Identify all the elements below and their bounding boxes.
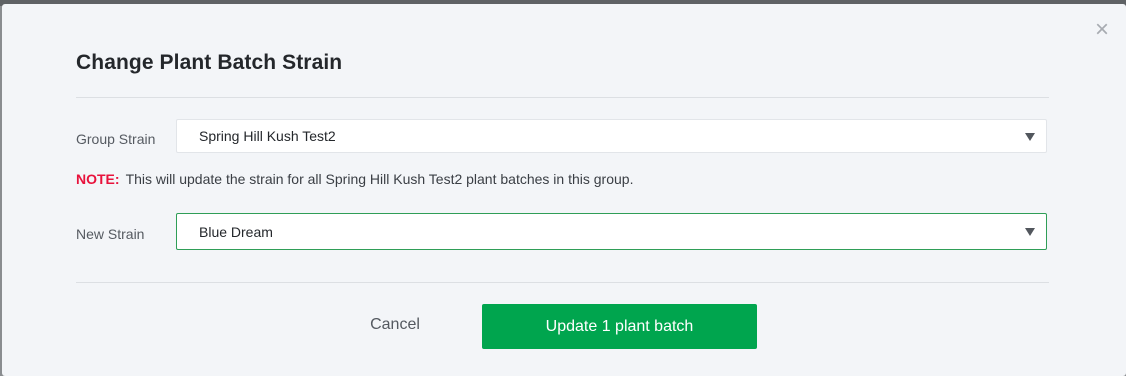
change-strain-dialog: × Change Plant Batch Strain Group Strain… [2, 4, 1126, 376]
strain-update-note: NOTE: This will update the strain for all… [76, 171, 633, 187]
chevron-down-icon [1025, 228, 1035, 236]
footer-divider [76, 282, 1049, 283]
dialog-title: Change Plant Batch Strain [76, 51, 343, 74]
note-text: This will update the strain for all Spri… [125, 171, 634, 187]
note-label: NOTE: [76, 171, 120, 187]
group-strain-select[interactable]: Spring Hill Kush Test2 [176, 119, 1047, 153]
close-icon[interactable]: × [1092, 18, 1112, 42]
group-strain-value: Spring Hill Kush Test2 [199, 128, 336, 144]
update-plant-batch-button[interactable]: Update 1 plant batch [482, 304, 757, 349]
new-strain-value: Blue Dream [199, 224, 273, 240]
header-divider [76, 97, 1049, 98]
group-strain-label: Group Strain [76, 131, 156, 147]
cancel-button[interactable]: Cancel [348, 316, 442, 334]
new-strain-select[interactable]: Blue Dream [176, 213, 1047, 250]
new-strain-label: New Strain [76, 226, 145, 242]
chevron-down-icon [1025, 133, 1035, 141]
